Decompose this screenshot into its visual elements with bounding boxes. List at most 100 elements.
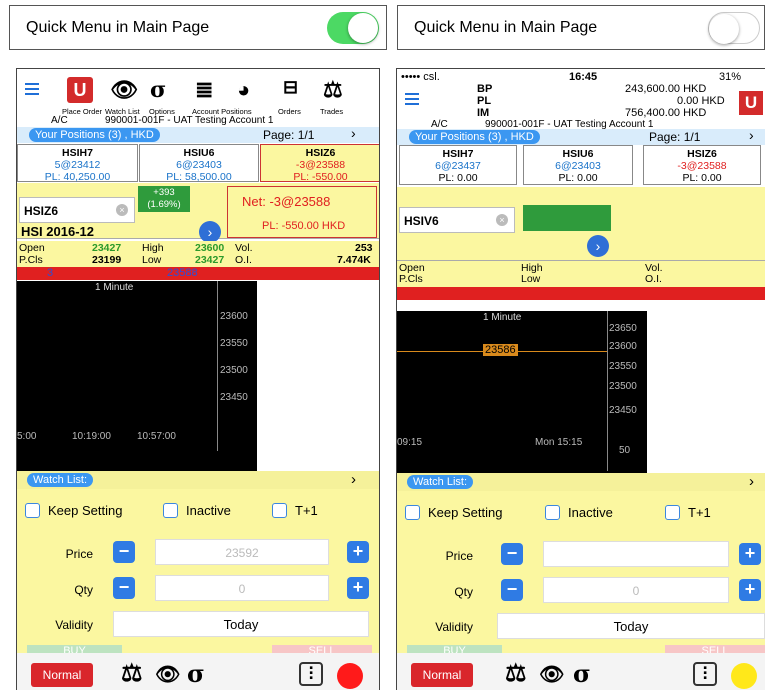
position-card[interactable]: HSIH7 6@23437 PL: 0.00 (399, 145, 517, 185)
price-chart[interactable]: 1 Minute 23600 23550 23500 23450 5:00 10… (17, 281, 257, 471)
account-name[interactable]: 990001-001F - UAT Testing Account 1 (105, 115, 273, 126)
inactive-checkbox[interactable]: Inactive (163, 503, 231, 518)
x-tick: Mon 15:15 (535, 437, 583, 448)
orders-icon[interactable]: ⊟ (283, 77, 298, 98)
keep-setting-checkbox[interactable]: Keep Setting (25, 503, 122, 518)
eye-icon[interactable]: 👁 (155, 662, 180, 687)
price-minus-button[interactable]: − (501, 543, 523, 565)
qty-plus-button[interactable]: + (347, 577, 369, 599)
bid-ask-bar[interactable] (397, 287, 765, 300)
position-card[interactable]: HSIZ6 -3@23588 PL: 0.00 (643, 145, 761, 185)
qty-minus-button[interactable]: − (113, 577, 135, 599)
sigma-icon[interactable]: σ (573, 659, 591, 688)
trade-logo-icon[interactable]: U (739, 91, 763, 115)
position-card[interactable]: HSIH7 5@23412 PL: 40,250.00 (17, 144, 138, 183)
settings-sliders-icon[interactable]: ⫶ (299, 662, 323, 686)
chevron-right-icon[interactable]: › (749, 473, 754, 490)
pie-chart-icon[interactable]: ◕ (237, 77, 250, 103)
price-plus-button[interactable]: + (739, 543, 761, 565)
symbol-input[interactable]: HSIV6 × (399, 207, 515, 233)
chevron-right-icon[interactable]: › (351, 471, 356, 488)
keep-setting-checkbox[interactable]: Keep Setting (405, 505, 502, 520)
price-input[interactable]: 23592 (155, 539, 329, 565)
chevron-right-icon[interactable]: › (351, 125, 356, 141)
normal-button[interactable]: Normal (411, 663, 473, 687)
position-card-selected[interactable]: HSIZ6 -3@23588 PL: -550.00 (260, 144, 379, 183)
qty-minus-button[interactable]: − (501, 579, 523, 601)
go-arrow-icon[interactable]: › (587, 235, 609, 257)
y-tick: 23550 (220, 338, 248, 349)
y-tick: 23450 (220, 392, 248, 403)
position-card[interactable]: HSIU6 6@23403 PL: 0.00 (523, 145, 633, 185)
quote-table: Open High Vol. P.Cls Low O.I. (397, 261, 765, 287)
menu-icon[interactable] (25, 83, 39, 95)
eye-icon[interactable]: 👁 (539, 662, 564, 687)
watch-list-label[interactable]: Watch List: (27, 473, 93, 487)
vol-tick: 50 (619, 445, 631, 456)
validity-select[interactable]: Today (497, 613, 765, 639)
place-order-icon[interactable]: U (67, 77, 93, 103)
quote-value: 7.474K (337, 254, 371, 266)
price-plus-button[interactable]: + (347, 541, 369, 563)
gavel-icon[interactable]: ⚖ (121, 659, 143, 688)
go-arrow-icon[interactable]: › (199, 221, 221, 243)
qty-plus-button[interactable]: + (739, 579, 761, 601)
t1-checkbox[interactable]: T+1 (665, 505, 711, 520)
bottom-bar: Normal ⚖ 👁 σ ⫶ (17, 653, 379, 690)
menu-icon[interactable] (405, 93, 419, 105)
y-tick: 23500 (220, 365, 248, 376)
t1-checkbox[interactable]: T+1 (272, 503, 318, 518)
order-panel: Watch List: › Keep Setting Inactive T+1 P… (397, 473, 765, 659)
quick-menu-toggle-on[interactable] (327, 12, 379, 44)
net-position: Net: -3@23588 (242, 194, 331, 209)
contract-name: HSI 2016-12 (21, 224, 94, 239)
chevron-right-icon[interactable]: › (749, 127, 754, 143)
quick-menu-label: Quick Menu in Main Page (26, 18, 210, 36)
quote-label: P.Cls (399, 273, 423, 285)
toolbar: U 👁 σ ≣ ◕ ⊟ ⚖ Place Order Watch List Opt… (17, 69, 379, 116)
settings-sliders-icon[interactable]: ⫶ (693, 662, 717, 686)
battery: 31% (719, 71, 742, 83)
bid-ask-bar[interactable]: 3 23588 (17, 267, 379, 280)
normal-button[interactable]: Normal (31, 663, 93, 687)
gavel-icon[interactable]: ⚖ (505, 659, 527, 688)
quote-label: O.I. (645, 273, 662, 285)
y-tick: 23650 (609, 323, 637, 334)
position-card[interactable]: HSIU6 6@23403 PL: 58,500.00 (139, 144, 259, 183)
price-minus-button[interactable]: − (113, 541, 135, 563)
account-positions-icon[interactable]: ≣ (195, 77, 213, 103)
quote-label: High (142, 242, 164, 254)
positions-bar: Your Positions (3) , HKD Page: 1/1 › (397, 127, 765, 145)
y-tick: 23500 (609, 381, 637, 392)
status-dot[interactable] (337, 663, 363, 689)
status-dot[interactable] (731, 663, 757, 689)
symbol-input[interactable]: HSIZ6 × (19, 197, 135, 223)
gavel-icon[interactable]: ⚖ (323, 77, 343, 103)
quote-label: P.Cls (19, 254, 43, 266)
phone-right: ••••• csl. 16:45 31% BP PL IM 243,600.00… (396, 68, 765, 690)
price-chart[interactable]: 1 Minute 23586 23650 23600 23550 23500 2… (397, 311, 647, 473)
inactive-checkbox[interactable]: Inactive (545, 505, 613, 520)
quote-value: 23199 (92, 254, 122, 266)
qty-label: Qty (74, 583, 93, 597)
clear-icon[interactable]: × (116, 204, 128, 216)
validity-label: Validity (55, 618, 93, 632)
positions-label[interactable]: Your Positions (3) , HKD (29, 128, 160, 142)
watch-list-icon[interactable]: 👁 (110, 77, 138, 103)
quote-label: O.I. (235, 254, 252, 266)
pl-label: PL (477, 95, 492, 107)
y-tick: 23450 (609, 405, 637, 416)
qty-input[interactable]: 0 (155, 575, 329, 601)
qty-input[interactable]: 0 (543, 577, 729, 603)
sigma-icon[interactable]: σ (187, 659, 205, 688)
carrier: ••••• csl. (401, 71, 440, 83)
positions-label[interactable]: Your Positions (3) , HKD (409, 130, 540, 144)
options-icon[interactable]: σ (150, 77, 166, 103)
validity-select[interactable]: Today (113, 611, 369, 637)
clear-icon[interactable]: × (496, 214, 508, 226)
price-input[interactable] (543, 541, 729, 567)
validity-label: Validity (435, 620, 473, 634)
quote-label: Low (142, 254, 162, 266)
quick-menu-toggle-off[interactable] (708, 12, 760, 44)
watch-list-label[interactable]: Watch List: (407, 475, 473, 489)
